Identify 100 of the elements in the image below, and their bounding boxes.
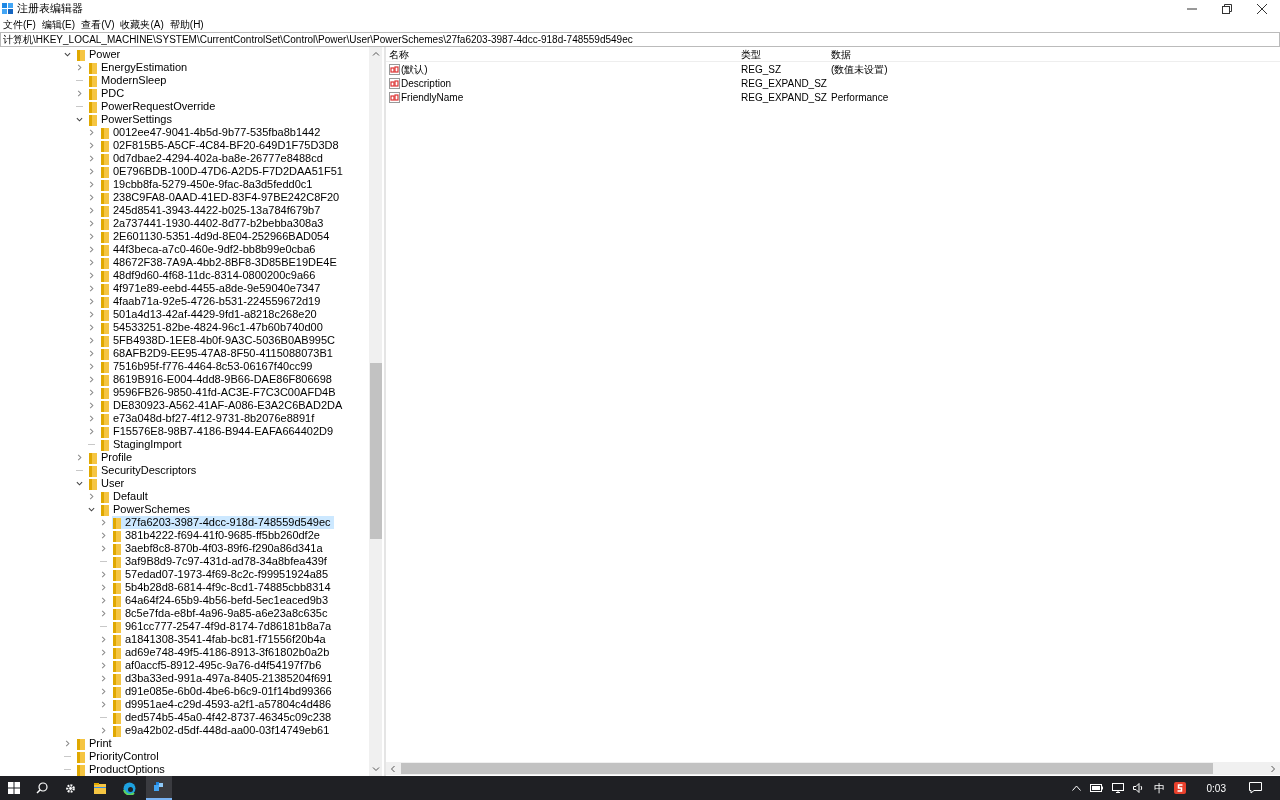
network-icon[interactable] xyxy=(1111,783,1124,793)
scroll-down-icon[interactable] xyxy=(371,765,380,773)
tree-item[interactable]: d91e085e-6b0d-4be6-b6c9-01f14bd99366 xyxy=(112,685,335,698)
menu-item[interactable]: 查看(V) xyxy=(81,17,115,32)
tree-item[interactable]: 27fa6203-3987-4dcc-918d-748559d549ec xyxy=(112,516,334,529)
menu-item[interactable]: 编辑(E) xyxy=(41,17,76,32)
chevron-down-icon[interactable] xyxy=(88,506,95,513)
tree-item[interactable]: StagingImport xyxy=(100,438,185,451)
input-method-icon[interactable] xyxy=(1173,782,1186,794)
close-icon[interactable] xyxy=(1257,3,1267,14)
scroll-left-icon[interactable] xyxy=(389,764,397,773)
tree-item[interactable]: 0d7dbae2-4294-402a-ba8e-26777e8488cd xyxy=(100,152,326,165)
chevron-down-icon[interactable] xyxy=(64,51,71,58)
notification-icon[interactable] xyxy=(1249,782,1262,794)
speaker-icon[interactable] xyxy=(1132,783,1145,793)
tree-item[interactable]: PriorityControl xyxy=(76,750,162,763)
value-name[interactable]: Description xyxy=(401,75,452,91)
tree-item[interactable]: 245d8541-3943-4422-b025-13a784f679b7 xyxy=(100,204,324,217)
tree-item[interactable]: DE830923-A562-41AF-A086-E3A2C6BAD2DA xyxy=(100,399,346,412)
tree-item[interactable]: af0accf5-8912-495c-9a76-d4f54197f7b6 xyxy=(112,659,325,672)
tree-item[interactable]: d3ba33ed-991a-497a-8405-21385204f691 xyxy=(112,672,336,685)
scroll-right-icon[interactable] xyxy=(1269,764,1277,773)
address-bar[interactable]: 计算机\HKEY_LOCAL_MACHINE\SYSTEM\CurrentControlSet\Control\Power\User\PowerSchemes\27fa6203-3987-4dcc-918d-748559d549ec xyxy=(0,32,1280,47)
value-name[interactable]: FriendlyName xyxy=(401,89,464,105)
tree-item[interactable]: 3af9B8d9-7c97-431d-ad78-34a8bfea439f xyxy=(112,555,330,568)
settings-icon[interactable] xyxy=(65,782,76,794)
menu-item[interactable]: 帮助(H) xyxy=(169,17,204,32)
restore-icon[interactable] xyxy=(1222,3,1232,14)
tree-item[interactable]: SecurityDescriptors xyxy=(88,464,200,477)
tree-item[interactable]: 381b4222-f694-41f0-9685-ff5bb260df2e xyxy=(112,529,323,542)
tree-item[interactable]: EnergyEstimation xyxy=(88,61,191,74)
tree-item[interactable]: Profile xyxy=(88,451,136,464)
tree-item[interactable]: 501a4d13-42af-4429-9fd1-a8218c268e20 xyxy=(100,308,320,321)
tree-item[interactable]: 5b4b28d8-6814-4f9c-8cd1-74885cbb8314 xyxy=(112,581,334,594)
tree-item[interactable]: 3aebf8c8-870b-4f03-89f6-f290a86d341a xyxy=(112,542,326,555)
column-header[interactable]: 名称 xyxy=(386,46,738,62)
tree-item[interactable]: 8c5e7fda-e8bf-4a96-9a85-a6e23a8c635c xyxy=(112,607,331,620)
tree-item[interactable]: 8619B916-E004-4dd8-9B66-DAE86F806698 xyxy=(100,373,335,386)
tree-item[interactable]: 19cbb8fa-5279-450e-9fac-8a3d5fedd0c1 xyxy=(100,178,316,191)
battery-icon[interactable] xyxy=(1089,784,1103,792)
input-method-indicator[interactable]: 中 xyxy=(1153,779,1165,797)
chevron-right-icon[interactable] xyxy=(76,90,83,97)
tree-item[interactable]: User xyxy=(88,477,128,490)
tree-item[interactable]: a1841308-3541-4fab-bc81-f71556f20b4a xyxy=(112,633,329,646)
horizontal-scrollbar[interactable] xyxy=(386,762,1280,775)
tree-item[interactable]: 48df9d60-4f68-11dc-8314-0800200c9a66 xyxy=(100,269,319,282)
tree-item[interactable]: PowerSettings xyxy=(88,113,175,126)
chevron-down-icon[interactable] xyxy=(76,480,83,487)
chevron-right-icon[interactable] xyxy=(88,493,95,500)
chevron-down-icon[interactable] xyxy=(76,116,83,123)
tree-item[interactable]: 57edad07-1973-4f69-8c2c-f99951924a85 xyxy=(112,568,332,581)
tree-item[interactable]: F15576E8-98B7-4186-B944-EAFA664402D9 xyxy=(100,425,337,438)
tree-item[interactable]: 48672F38-7A9A-4bb2-8BF8-3D85BE19DE4E xyxy=(100,256,340,269)
scrollbar-thumb[interactable] xyxy=(401,763,1213,774)
tree-item[interactable]: 64a64f24-65b9-4b56-befd-5ec1eaced9b3 xyxy=(112,594,332,607)
tree-item[interactable]: 2a737441-1930-4402-8d77-b2bebba308a3 xyxy=(100,217,327,230)
chevron-right-icon[interactable] xyxy=(100,727,107,734)
tree-item[interactable]: ModernSleep xyxy=(88,74,170,87)
folder-icon[interactable] xyxy=(94,782,106,794)
tree-item[interactable]: 4f971e89-eebd-4455-a8de-9e59040e7347 xyxy=(100,282,324,295)
tree-item[interactable]: Print xyxy=(76,737,115,750)
tree-item[interactable]: Power xyxy=(76,48,124,61)
menu-item[interactable]: 文件(F) xyxy=(3,17,36,32)
tree-item[interactable]: 02F815B5-A5CF-4C84-BF20-649D1F75D3D8 xyxy=(100,139,342,152)
tree-item[interactable]: 68AFB2D9-EE95-47A8-8F50-4115088073B1 xyxy=(100,347,336,360)
tree-item[interactable]: e73a048d-bf27-4f12-9731-8b2076e8891f xyxy=(100,412,318,425)
scrollbar-thumb[interactable] xyxy=(369,363,382,539)
tree-item[interactable]: 5FB4938D-1EE8-4b0f-9A3C-5036B0AB995C xyxy=(100,334,338,347)
chevron-right-icon[interactable] xyxy=(76,64,83,71)
tree-item[interactable]: ad69e748-49f5-4186-8913-3f61802b0a2b xyxy=(112,646,333,659)
tree-item[interactable]: 44f3beca-a7c0-460e-9df2-bb8b99e0cba6 xyxy=(100,243,319,256)
chevron-right-icon[interactable] xyxy=(76,454,83,461)
taskbar-app[interactable] xyxy=(146,776,172,800)
column-header[interactable]: 类型 xyxy=(738,46,828,62)
tree-item[interactable]: 0012ee47-9041-4b5d-9b77-535fba8b1442 xyxy=(100,126,324,139)
tree-item[interactable]: PowerSchemes xyxy=(100,503,194,516)
search-icon[interactable] xyxy=(36,782,48,794)
tree-item[interactable]: 54533251-82be-4824-96c1-47b60b740d00 xyxy=(100,321,326,334)
tree-item[interactable]: Default xyxy=(100,490,151,503)
chevron-up-icon[interactable] xyxy=(1071,785,1081,791)
scroll-up-icon[interactable] xyxy=(371,50,380,58)
browser-icon[interactable] xyxy=(123,781,136,795)
tree-item[interactable]: 4faab71a-92e5-4726-b531-224559672d19 xyxy=(100,295,324,308)
menu-item[interactable]: 收藏夹(A) xyxy=(120,17,164,32)
clock[interactable]: 0:03 xyxy=(1206,780,1226,796)
tree-item[interactable]: ded574b5-45a0-4f42-8737-46345c09c238 xyxy=(112,711,335,724)
chevron-right-icon[interactable] xyxy=(64,740,71,747)
tree-item[interactable]: 7516b95f-f776-4464-8c53-06167f40cc99 xyxy=(100,360,316,373)
tree-item[interactable]: 961cc777-2547-4f9d-8174-7d86181b8a7a xyxy=(112,620,335,633)
vertical-scrollbar[interactable] xyxy=(369,47,382,776)
tree-item[interactable]: e9a42b02-d5df-448d-aa00-03f14749eb61 xyxy=(112,724,333,737)
tree-item[interactable]: ProductOptions xyxy=(76,763,168,776)
tree-item[interactable]: 238C9FA8-0AAD-41ED-83F4-97BE242C8F20 xyxy=(100,191,343,204)
tree-item[interactable]: 0E796BDB-100D-47D6-A2D5-F7D2DAA51F51 xyxy=(100,165,346,178)
column-header[interactable]: 数据 xyxy=(828,46,851,62)
tree-item[interactable]: PowerRequestOverride xyxy=(88,100,219,113)
tree-item[interactable]: 2E601130-5351-4d9d-8E04-252966BAD054 xyxy=(100,230,333,243)
windows-logo-icon[interactable] xyxy=(8,782,20,794)
tree-item[interactable]: d9951ae4-c29d-4593-a2f1-a57804c4d486 xyxy=(112,698,335,711)
tree-item[interactable]: 9596FB26-9850-41fd-AC3E-F7C3C00AFD4B xyxy=(100,386,339,399)
